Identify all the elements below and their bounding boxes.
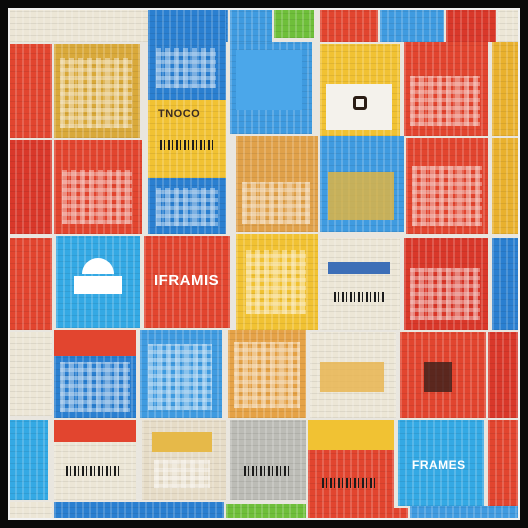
tile-r3-red-store: [404, 238, 488, 330]
tile-r5-cream-box: [54, 420, 136, 500]
tile-r1-yellow-grid: [54, 44, 140, 138]
tile-r5-red-edge: [488, 420, 520, 506]
tile-r3-cream-box: [320, 238, 400, 330]
tile-top-red: [320, 8, 378, 42]
tile-r1-yellow-box: [320, 44, 400, 136]
lock-icon: [353, 96, 367, 110]
tile-r4-orange-box: [228, 330, 306, 418]
tile-bottom-blue-right: [410, 506, 520, 520]
tile-r1-red-store: [404, 42, 488, 136]
tile-r2-red-box: [54, 140, 142, 234]
image-frame: TNOCO IFRAMIS FRAMES: [0, 0, 528, 528]
tile-r5-cream-yellow: [142, 420, 226, 500]
tile-r3-yellow-box: [236, 234, 318, 330]
tile-r4-blue-grid: [54, 330, 136, 418]
tile-top-green: [274, 8, 314, 38]
tile-r2-yellow-sign: TNOCO: [148, 100, 226, 178]
tile-r5-red-box: [308, 420, 394, 508]
tile-top-blue-small: [230, 8, 272, 42]
tile-r3-blue-edge: [492, 238, 520, 330]
tile-bottom-red: [308, 508, 408, 520]
tile-bottom-blue: [54, 502, 224, 520]
sign-a: TNOCO: [158, 108, 201, 120]
tile-top-cream: [8, 8, 148, 42]
tile-r4-red-edge: [488, 332, 520, 418]
tile-r2-red-edge: [8, 140, 52, 234]
tile-r5-cyan-edge: [8, 420, 48, 500]
tile-r5-cyan-sign: FRAMES: [398, 420, 484, 506]
tile-r4-cream-edge: [8, 332, 52, 416]
tile-r4-cream-box: [310, 332, 396, 418]
tile-r4-red-store: [400, 332, 486, 418]
tile-top-red-right: [446, 8, 496, 42]
tile-r1-blue-panel: [230, 42, 312, 134]
tile-r2-blue-lower: [148, 178, 226, 234]
tile-bottom-green: [226, 504, 306, 520]
tile-r1-blue-building: [148, 8, 226, 100]
sign-c: FRAMES: [412, 458, 466, 472]
tile-top-edge: [498, 8, 520, 42]
dome-building-icon: [82, 258, 114, 274]
tile-top-blue-right: [380, 8, 444, 42]
sign-b: IFRAMIS: [154, 272, 220, 289]
tile-r3-red-sign: IFRAMIS: [144, 236, 230, 328]
tile-r2-orange-building: [236, 136, 318, 232]
tile-r1-red-edge: [8, 44, 52, 138]
tile-r3-cyan-dome: [56, 236, 140, 328]
tile-r2-blue-city: [320, 136, 404, 232]
tile-r1-yellow-edge: [492, 42, 520, 136]
tile-r4-blue-box: [140, 330, 222, 418]
tile-r2-yellow-edge: [492, 138, 520, 234]
tile-r2-red-store: [406, 138, 488, 234]
tile-bottom-cream: [8, 502, 52, 520]
tile-r5-grey-box: [230, 420, 306, 500]
tile-r3-red-edge: [8, 238, 52, 330]
